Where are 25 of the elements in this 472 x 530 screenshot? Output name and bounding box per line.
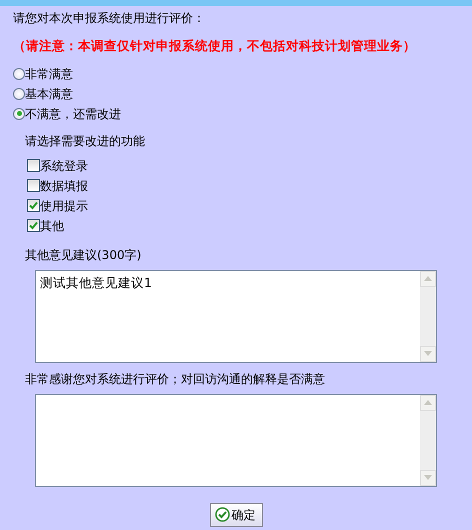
- checkbox[interactable]: [27, 179, 40, 192]
- checkbox[interactable]: [27, 219, 40, 232]
- option-label[interactable]: 使用提示: [40, 196, 88, 215]
- scrollbar[interactable]: [420, 270, 436, 362]
- option-label[interactable]: 非常满意: [25, 64, 73, 83]
- radio-button[interactable]: [13, 68, 25, 80]
- field-label: 非常感谢您对系统进行评价；对回访沟通的解释是否满意: [25, 370, 325, 388]
- section-label: 请选择需要改进的功能: [25, 132, 145, 150]
- scroll-up-icon[interactable]: [420, 394, 436, 411]
- radio-button[interactable]: [13, 88, 25, 100]
- confirm-button[interactable]: 确定: [210, 502, 262, 527]
- scrollbar[interactable]: [420, 394, 436, 486]
- option-label[interactable]: 数据填报: [40, 176, 88, 195]
- notice-text: （请注意：本调查仅针对申报系统使用，不包括对科技计划管理业务）: [13, 37, 417, 55]
- checkbox[interactable]: [27, 159, 40, 172]
- field-label: 其他意见建议(300字): [25, 246, 142, 264]
- option-label[interactable]: 系统登录: [40, 156, 88, 175]
- option-label[interactable]: 其他: [40, 216, 64, 235]
- option-label[interactable]: 基本满意: [25, 84, 73, 103]
- checkbox[interactable]: [27, 199, 40, 212]
- option-label[interactable]: 不满意，还需改进: [25, 104, 121, 123]
- radio-button[interactable]: [13, 108, 25, 120]
- scroll-up-icon[interactable]: [420, 270, 436, 287]
- check-circle-icon: [214, 507, 230, 522]
- prompt-text: 请您对本次申报系统使用进行评价：: [13, 10, 205, 27]
